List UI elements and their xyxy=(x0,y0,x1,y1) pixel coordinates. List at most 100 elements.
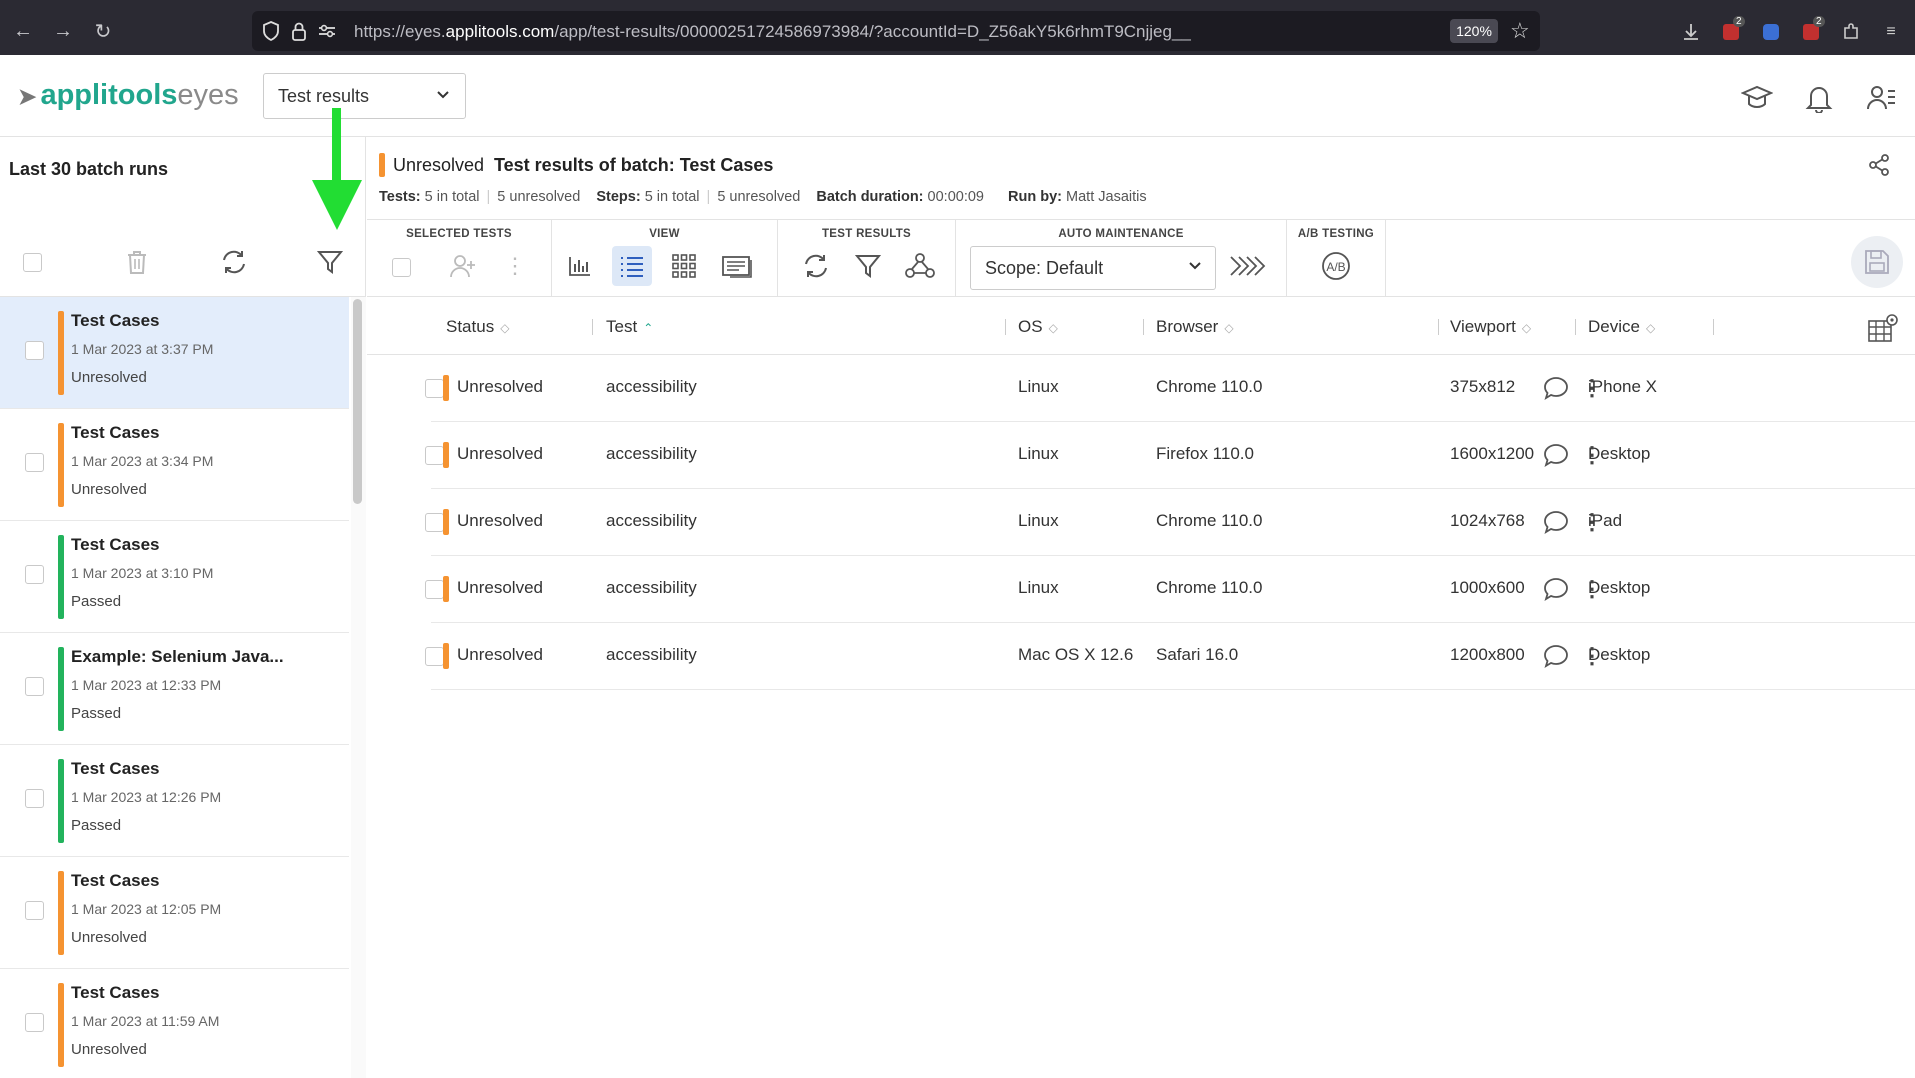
address-bar[interactable]: https://eyes.applitools.com/app/test-res… xyxy=(252,11,1540,51)
permissions-icon[interactable] xyxy=(316,20,338,42)
ab-icon[interactable]: A/B xyxy=(1316,246,1356,286)
extension-icon[interactable]: 2 xyxy=(1719,16,1745,44)
cell-viewport: 1600x1200 xyxy=(1450,444,1535,463)
cell-browser: Chrome 110.0 xyxy=(1156,578,1263,597)
select-all-checkbox[interactable] xyxy=(23,253,42,272)
branch-icon[interactable] xyxy=(900,246,940,286)
select-all-tests-checkbox[interactable] xyxy=(392,258,411,277)
row-checkbox[interactable] xyxy=(425,446,444,465)
puzzle-icon[interactable] xyxy=(1839,20,1863,44)
zoom-level[interactable]: 120% xyxy=(1450,19,1498,43)
assign-user-icon[interactable] xyxy=(443,246,483,286)
cell-browser: Safari 16.0 xyxy=(1156,645,1239,664)
comment-icon[interactable] xyxy=(1543,509,1571,537)
compare-view-icon[interactable] xyxy=(718,246,758,286)
column-divider[interactable] xyxy=(1005,319,1006,335)
table-row[interactable]: Unresolved accessibility Mac OS X 12.6 S… xyxy=(425,623,1915,690)
table-row[interactable]: Unresolved accessibility Linux Firefox 1… xyxy=(425,422,1915,489)
batch-checkbox[interactable] xyxy=(25,1013,44,1032)
batch-item[interactable]: Test Cases 1 Mar 2023 at 3:34 PM Unresol… xyxy=(0,409,349,521)
list-view-icon[interactable] xyxy=(612,246,652,286)
back-icon[interactable]: ← xyxy=(10,18,36,44)
table-row[interactable]: Unresolved accessibility Linux Chrome 11… xyxy=(425,489,1915,556)
status-indicator xyxy=(58,311,64,395)
column-divider[interactable] xyxy=(1713,319,1714,335)
filter-icon[interactable] xyxy=(315,247,345,277)
comment-icon[interactable] xyxy=(1543,576,1571,604)
batch-item[interactable]: Test Cases 1 Mar 2023 at 12:05 PM Unreso… xyxy=(0,857,349,969)
forward-icon[interactable]: → xyxy=(50,18,76,44)
column-header-os[interactable]: OS ◇ xyxy=(1018,317,1058,337)
url-text[interactable]: https://eyes.applitools.com/app/test-res… xyxy=(354,22,1191,42)
accept-all-icon[interactable] xyxy=(1228,246,1268,286)
column-divider[interactable] xyxy=(592,319,593,335)
column-header-viewport[interactable]: Viewport ◇ xyxy=(1450,317,1531,337)
results-toolbar: SELECTED TESTS ⋮ VIEW TEST RESULTS AUTO … xyxy=(367,219,1915,297)
extension-icon[interactable]: 2 xyxy=(1799,16,1825,44)
column-header-device[interactable]: Device ◇ xyxy=(1588,317,1655,337)
comment-icon[interactable] xyxy=(1543,442,1571,470)
sidebar-toolbar xyxy=(0,227,366,297)
more-icon[interactable]: ⋮ xyxy=(1581,507,1603,537)
column-divider[interactable] xyxy=(1438,319,1439,335)
menu-icon[interactable]: ≡ xyxy=(1879,20,1903,44)
column-header-test[interactable]: Test ⌃ xyxy=(606,317,653,337)
batch-item[interactable]: Test Cases 1 Mar 2023 at 12:26 PM Passed xyxy=(0,745,349,857)
user-settings-icon[interactable] xyxy=(1864,81,1898,115)
bar-chart-icon[interactable] xyxy=(560,246,600,286)
more-icon[interactable]: ⋮ xyxy=(1581,440,1603,470)
table-row[interactable]: Unresolved accessibility Linux Chrome 11… xyxy=(425,355,1915,422)
batch-checkbox[interactable] xyxy=(25,901,44,920)
graduation-cap-icon[interactable] xyxy=(1740,81,1774,115)
row-checkbox[interactable] xyxy=(425,513,444,532)
view-select[interactable]: Test results xyxy=(263,73,466,119)
refresh-icon[interactable] xyxy=(219,247,249,277)
save-icon[interactable] xyxy=(1851,236,1903,288)
download-icon[interactable] xyxy=(1679,20,1703,44)
column-header-browser[interactable]: Browser ◇ xyxy=(1156,317,1234,337)
batch-item[interactable]: Test Cases 1 Mar 2023 at 11:59 AM Unreso… xyxy=(0,969,349,1078)
row-checkbox[interactable] xyxy=(425,647,444,666)
column-divider[interactable] xyxy=(1575,319,1576,335)
sidebar-scrollbar-thumb[interactable] xyxy=(353,299,362,504)
batch-status: Unresolved xyxy=(71,369,147,386)
batch-checkbox[interactable] xyxy=(25,677,44,696)
app-header: ➤ applitoolseyes Test results xyxy=(0,55,1915,137)
refresh-icon[interactable] xyxy=(796,246,836,286)
row-checkbox[interactable] xyxy=(425,580,444,599)
comment-icon[interactable] xyxy=(1543,375,1571,403)
batch-item[interactable]: Test Cases 1 Mar 2023 at 3:37 PM Unresol… xyxy=(0,297,349,409)
trash-icon[interactable] xyxy=(122,247,152,277)
sort-icon: ◇ xyxy=(500,321,510,335)
star-icon[interactable]: ☆ xyxy=(1510,18,1530,44)
applitools-logo[interactable]: ➤ applitoolseyes xyxy=(18,79,239,112)
group-label: VIEW xyxy=(649,228,680,240)
column-divider[interactable] xyxy=(1143,319,1144,335)
shield-icon[interactable] xyxy=(260,20,282,42)
column-settings-icon[interactable] xyxy=(1867,313,1899,343)
batch-checkbox[interactable] xyxy=(25,341,44,360)
batch-item[interactable]: Example: Selenium Java... 1 Mar 2023 at … xyxy=(0,633,349,745)
lock-icon[interactable] xyxy=(288,20,310,42)
share-icon[interactable] xyxy=(1867,153,1893,179)
bell-icon[interactable] xyxy=(1802,81,1836,115)
column-header-status[interactable]: Status ◇ xyxy=(446,317,509,337)
batch-item[interactable]: Test Cases 1 Mar 2023 at 3:10 PM Passed xyxy=(0,521,349,633)
batch-checkbox[interactable] xyxy=(25,789,44,808)
batch-checkbox[interactable] xyxy=(25,453,44,472)
more-icon[interactable]: ⋮ xyxy=(1581,373,1603,403)
chevron-down-icon xyxy=(1187,257,1203,278)
more-icon[interactable]: ⋮ xyxy=(1581,574,1603,604)
batch-checkbox[interactable] xyxy=(25,565,44,584)
reload-icon[interactable]: ↻ xyxy=(90,18,116,44)
scope-select[interactable]: Scope: Default xyxy=(970,246,1216,290)
extension-icon[interactable] xyxy=(1759,20,1783,44)
cell-viewport: 1024x768 xyxy=(1450,511,1525,530)
filter-icon[interactable] xyxy=(848,246,888,286)
comment-icon[interactable] xyxy=(1543,643,1571,671)
grid-view-icon[interactable] xyxy=(664,246,704,286)
table-row[interactable]: Unresolved accessibility Linux Chrome 11… xyxy=(425,556,1915,623)
row-checkbox[interactable] xyxy=(425,379,444,398)
more-icon[interactable]: ⋮ xyxy=(1581,641,1603,671)
more-icon[interactable]: ⋮ xyxy=(495,246,535,286)
